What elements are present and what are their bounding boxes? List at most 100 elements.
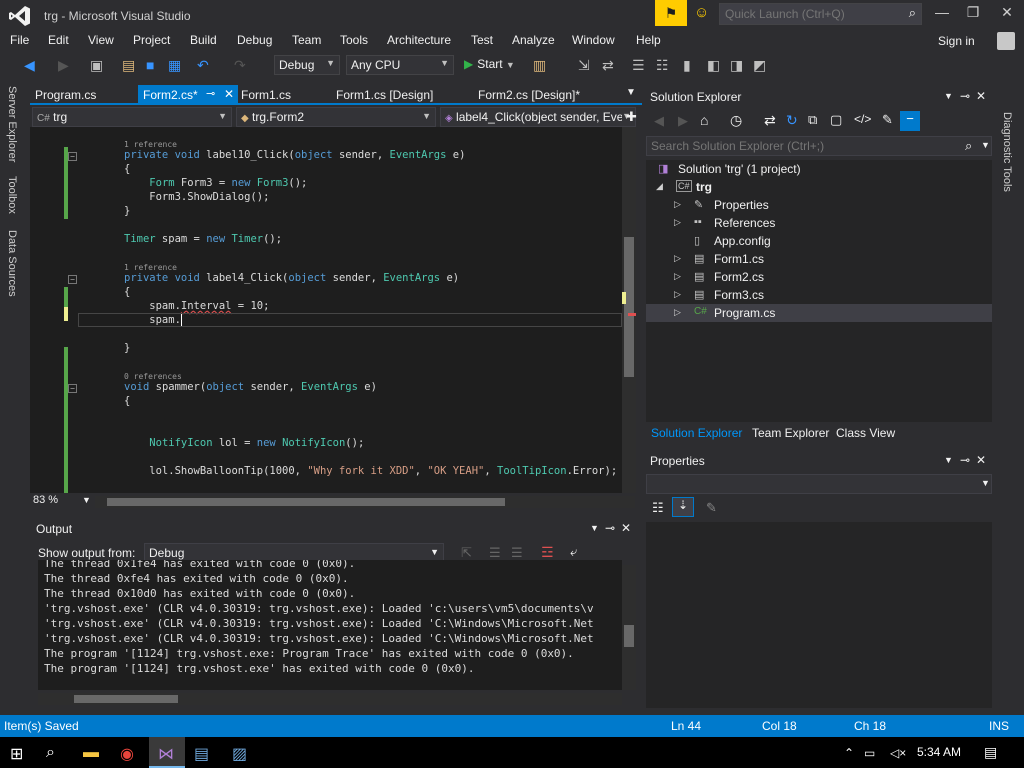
network-icon[interactable]: ▭ [864, 746, 875, 760]
panel-menu-icon[interactable]: ▼ [590, 523, 599, 533]
tree-item-form2[interactable]: ▷ ▤ Form2.cs [646, 268, 992, 286]
close-panel-icon[interactable]: ✕ [976, 89, 986, 103]
tab-form2-design[interactable]: Form2.cs [Design]* [473, 85, 623, 105]
find-in-files-icon[interactable]: ▥ [533, 57, 546, 74]
quick-launch-box[interactable]: ⌕ [719, 3, 922, 25]
action-center-icon[interactable]: ▤ [984, 744, 997, 761]
account-icon[interactable] [997, 32, 1015, 50]
output-horizontal-scrollbar[interactable] [38, 693, 622, 705]
app-window-icon[interactable]: ▤ [194, 744, 209, 764]
tab-overflow-icon[interactable]: ▼ [626, 87, 636, 98]
tab-form1-design[interactable]: Form1.cs [Design] [331, 85, 471, 105]
menu-help[interactable]: Help [636, 33, 661, 47]
tree-item-project[interactable]: ◢ C# trg [646, 178, 992, 196]
collapse-all-icon[interactable]: ⧉ [808, 112, 817, 128]
quick-launch-input[interactable] [720, 4, 900, 24]
save-icon[interactable]: ■ [146, 57, 154, 73]
undo-icon[interactable]: ↶ [197, 57, 209, 74]
categorized-icon[interactable]: ☷ [652, 500, 664, 516]
expand-icon[interactable]: ▷ [674, 307, 681, 318]
properties-object-dropdown[interactable]: ▼ [646, 474, 992, 494]
menu-edit[interactable]: Edit [48, 33, 69, 47]
scrollbar-thumb[interactable] [107, 498, 505, 506]
clear-all-icon[interactable]: ☲ [541, 544, 554, 561]
menu-view[interactable]: View [88, 33, 114, 47]
taskbar-clock[interactable]: 5:34 AM [917, 745, 961, 759]
collapse-icon[interactable]: − [68, 152, 77, 161]
zoom-level-dropdown[interactable]: 83 % ▼ [30, 494, 91, 510]
back-icon[interactable]: ◀ [654, 113, 664, 129]
menu-analyze[interactable]: Analyze [512, 33, 555, 47]
code-editor[interactable]: 1 reference − private void label10_Click… [30, 127, 622, 493]
tree-item-form1[interactable]: ▷ ▤ Form1.cs [646, 250, 992, 268]
open-file-icon[interactable]: ▤ [122, 57, 135, 74]
navigate-forward-icon[interactable]: ▶ [58, 57, 69, 74]
editor-vertical-scrollbar[interactable] [622, 127, 636, 493]
scrollbar-thumb[interactable] [624, 625, 634, 647]
tree-item-program[interactable]: ▷ C# Program.cs [646, 304, 992, 322]
volume-icon[interactable]: ◁× [890, 746, 906, 760]
tab-team-explorer[interactable]: Team Explorer [747, 424, 834, 442]
close-window-button[interactable]: ✕ [992, 4, 1022, 21]
output-vertical-scrollbar[interactable] [622, 565, 636, 690]
project-dropdown[interactable]: C# trg ▼ [32, 107, 232, 127]
tab-class-view[interactable]: Class View [831, 424, 900, 442]
expand-icon[interactable]: ▷ [674, 253, 681, 264]
properties-icon[interactable]: ✎ [882, 112, 893, 128]
toggle-icon[interactable]: ⇄ [602, 57, 614, 74]
clear-bookmarks-icon[interactable]: ◩ [753, 57, 766, 74]
search-icon[interactable]: ⌕ [46, 744, 55, 762]
windows-start-icon[interactable]: ⊞ [10, 744, 23, 764]
pin-icon[interactable]: ⊸ [960, 89, 970, 103]
pin-icon[interactable]: ⊸ [206, 87, 215, 100]
menu-debug[interactable]: Debug [237, 33, 272, 47]
editor-horizontal-scrollbar[interactable] [95, 496, 635, 508]
step-icon[interactable]: ⇲ [578, 57, 590, 74]
scrollbar-thumb[interactable] [624, 237, 634, 377]
tab-form2-cs[interactable]: Form2.cs* ⊸ ✕ [138, 85, 238, 105]
tree-item-references[interactable]: ▷ ▪▪ References [646, 214, 992, 232]
solution-explorer-search-input[interactable] [647, 137, 957, 155]
menu-test[interactable]: Test [471, 33, 493, 47]
menu-window[interactable]: Window [572, 33, 615, 47]
new-project-icon[interactable]: ▣ [90, 57, 103, 74]
split-editor-icon[interactable]: ✚ [626, 109, 637, 125]
expand-icon[interactable]: ▷ [674, 199, 681, 210]
expand-icon[interactable]: ▷ [674, 289, 681, 300]
expanded-icon[interactable]: ◢ [656, 181, 663, 192]
previous-message-icon[interactable]: ☰ [489, 545, 501, 561]
minimize-button[interactable]: — [927, 4, 957, 20]
close-panel-icon[interactable]: ✕ [976, 453, 986, 467]
notification-flag-icon[interactable]: ⚑ [655, 0, 687, 26]
bookmark-prev-icon[interactable]: ◧ [707, 57, 720, 74]
menu-architecture[interactable]: Architecture [387, 33, 451, 47]
chrome-icon[interactable]: ◉ [120, 744, 134, 764]
expand-icon[interactable]: ▷ [674, 217, 681, 228]
collapse-icon[interactable]: − [68, 384, 77, 393]
comment-icon[interactable]: ☰ [632, 57, 645, 74]
file-explorer-icon[interactable]: ▬ [83, 744, 99, 762]
uncomment-icon[interactable]: ☷ [656, 57, 669, 74]
scrollbar-thumb[interactable] [74, 695, 178, 703]
bookmark-next-icon[interactable]: ◨ [730, 57, 743, 74]
home-icon[interactable]: ⌂ [700, 112, 708, 128]
chevron-down-icon[interactable]: ▼ [981, 140, 990, 150]
feedback-smiley-icon[interactable]: ☺ [694, 4, 709, 21]
server-explorer-tab[interactable]: Server Explorer [6, 86, 18, 162]
app-form-icon[interactable]: ▨ [232, 744, 247, 764]
tree-item-app-config[interactable]: ▯ App.config [646, 232, 992, 250]
panel-menu-icon[interactable]: ▼ [944, 455, 953, 465]
output-text[interactable]: The thread 0x1fe4 has exited with code 0… [38, 560, 622, 690]
class-dropdown[interactable]: ◆ trg.Form2 ▼ [236, 107, 436, 127]
tab-program-cs[interactable]: Program.cs [30, 85, 138, 105]
redo-icon[interactable]: ↷ [234, 57, 246, 74]
close-tab-icon[interactable]: ✕ [224, 87, 234, 101]
tree-item-solution[interactable]: ◨ Solution 'trg' (1 project) [646, 160, 992, 178]
tab-form1-cs[interactable]: Form1.cs [236, 85, 331, 105]
solution-config-dropdown[interactable]: Debug ▼ [274, 55, 340, 75]
tab-solution-explorer[interactable]: Solution Explorer [646, 424, 747, 442]
member-dropdown[interactable]: ◈ label4_Click(object sender, Ever ▼ [440, 107, 636, 127]
sync-icon[interactable]: ⇄ [764, 112, 776, 129]
menu-team[interactable]: Team [292, 33, 321, 47]
tray-overflow-icon[interactable]: ⌃ [844, 746, 854, 760]
